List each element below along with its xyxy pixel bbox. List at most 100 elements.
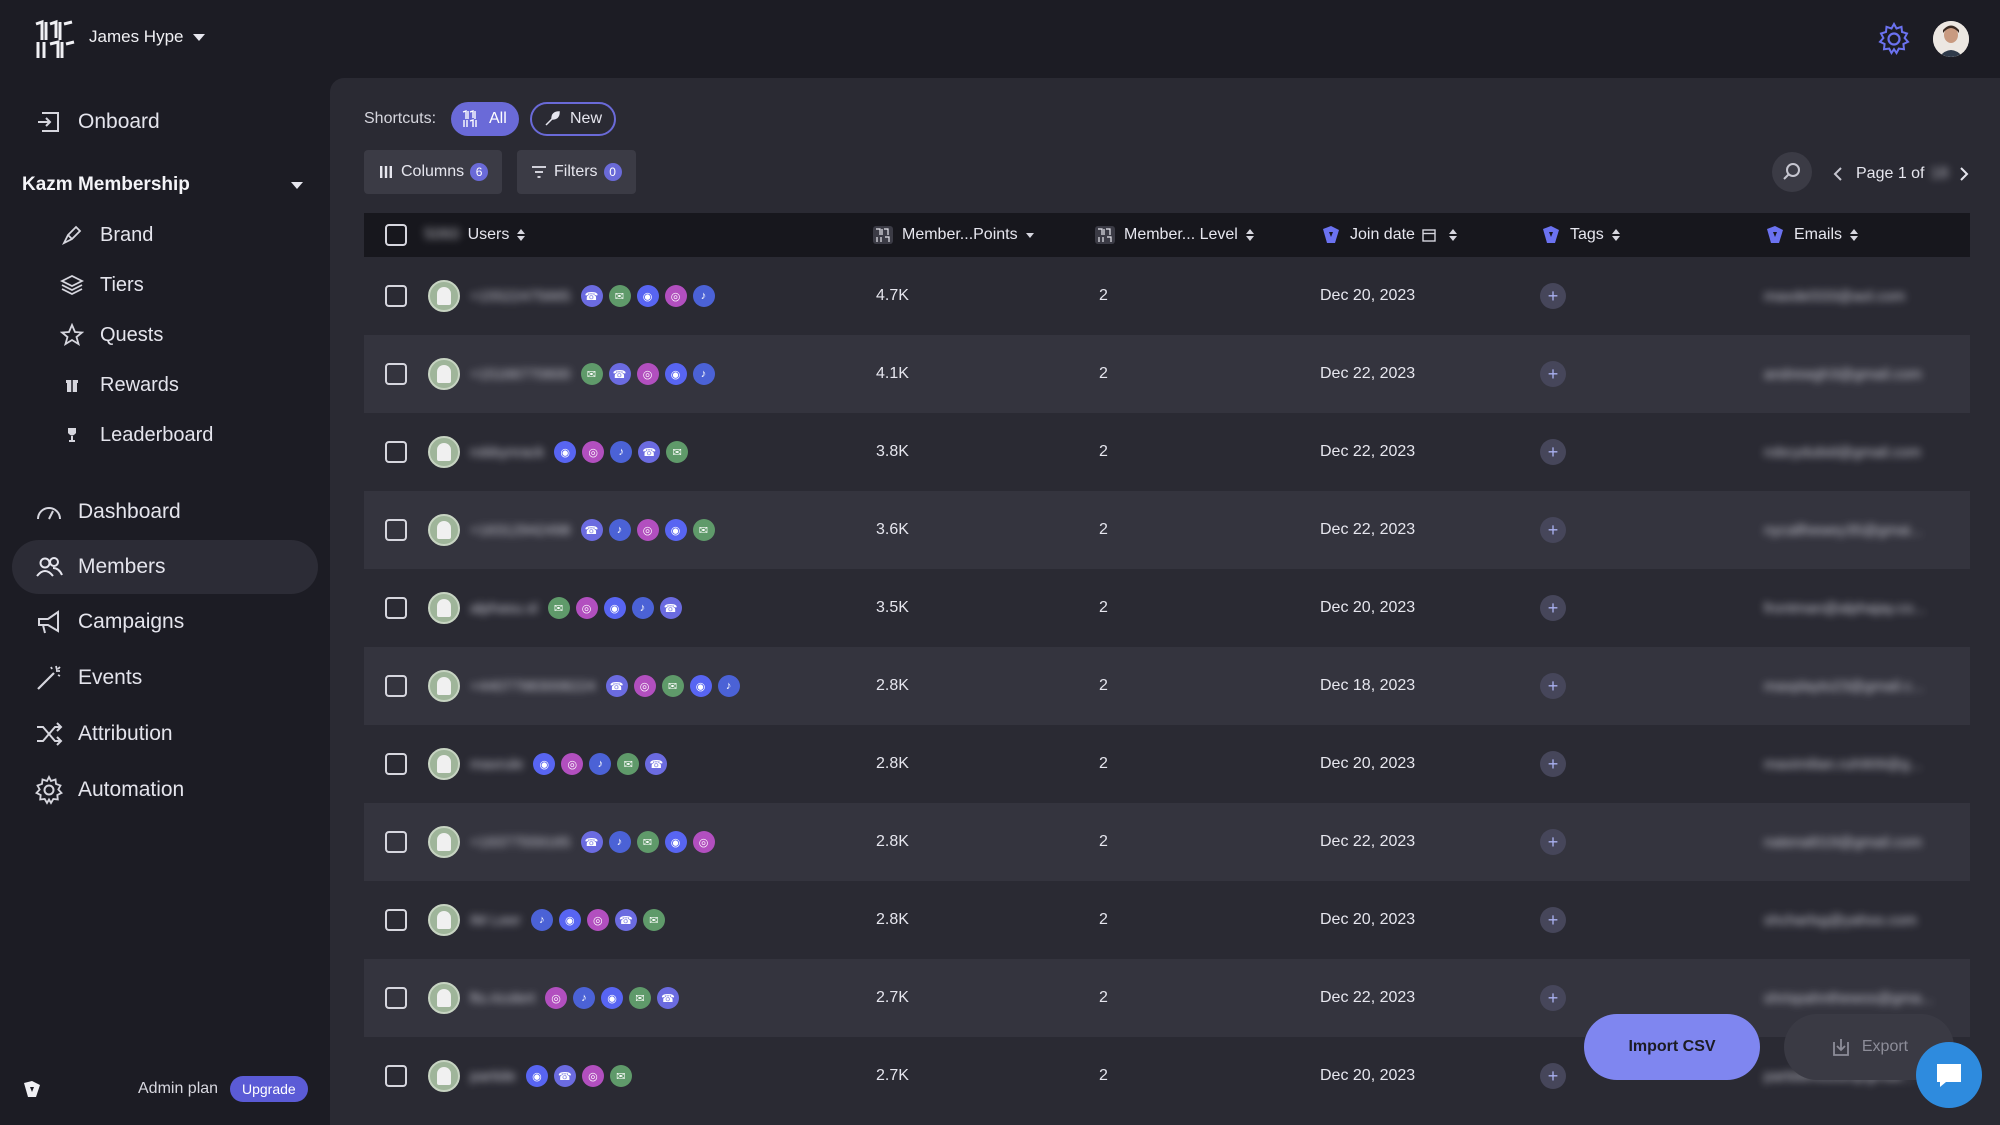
add-tag-button[interactable]: +	[1540, 673, 1566, 699]
brand-logo-icon[interactable]	[32, 18, 78, 60]
row-checkbox[interactable]	[385, 441, 407, 463]
table-row[interactable]: +16312942498 ☎ ♪ ◎ ◉ ✉ 3.6K 2 Dec 22, 2023 +…	[364, 491, 1970, 569]
instagram-icon: ◎	[692, 831, 715, 853]
email-cell: maxplayto23@gmail.c...	[1764, 677, 1925, 695]
user-cell[interactable]: +15166770600 ✉ ☎ ◎ ◉ ♪	[428, 335, 715, 413]
user-cell[interactable]: +44077983008224 ☎ ◎ ✉ ◉ ♪	[428, 647, 740, 725]
table-row[interactable]: +19377559165 ☎ ♪ ✉ ◉ ◎ 2.8K 2 Dec 22, 2023 +…	[364, 803, 1970, 881]
sidebar-item-attribution[interactable]: Attribution	[12, 707, 318, 761]
chevron-right-icon[interactable]	[1956, 166, 1972, 182]
row-checkbox[interactable]	[385, 831, 407, 853]
sidebar-item-brand[interactable]: Brand	[60, 215, 153, 255]
sidebar-item-automation[interactable]: Automation	[12, 763, 318, 817]
user-cell[interactable]: +19377559165 ☎ ♪ ✉ ◉ ◎	[428, 803, 715, 881]
kazm-logo-icon	[1543, 226, 1559, 243]
table-row[interactable]: +44077983008224 ☎ ◎ ✉ ◉ ♪ 2.8K 2 Dec 18, 202…	[364, 647, 1970, 725]
sidebar-item-onboard[interactable]: Onboard	[12, 95, 318, 149]
add-tag-button[interactable]: +	[1540, 361, 1566, 387]
sidebar-item-campaigns[interactable]: Campaigns	[12, 595, 318, 649]
user-cell[interactable]: partide ◉ ☎ ◎ ✉	[428, 1037, 632, 1115]
header-tags[interactable]: Tags	[1540, 213, 1620, 257]
user-cell[interactable]: +15522475665 ☎ ✉ ◉ ◎ ♪	[428, 257, 715, 335]
sidebar-item-tiers[interactable]: Tiers	[60, 265, 144, 305]
add-tag-button[interactable]: +	[1540, 985, 1566, 1011]
avatar	[428, 670, 460, 702]
settings-gear-icon[interactable]	[1877, 22, 1911, 56]
row-checkbox[interactable]	[385, 519, 407, 541]
filters-button[interactable]: Filters 0	[517, 150, 636, 194]
shortcut-all-chip[interactable]: All	[451, 102, 519, 136]
row-checkbox[interactable]	[385, 675, 407, 697]
avatar	[428, 904, 460, 936]
add-tag-button[interactable]: +	[1540, 829, 1566, 855]
workspace-caret-icon[interactable]	[193, 34, 205, 41]
user-cell[interactable]: fts.ricolert ◎ ♪ ◉ ✉ ☎	[428, 959, 680, 1037]
add-tag-button[interactable]: +	[1540, 751, 1566, 777]
sidebar-item-quests[interactable]: Quests	[60, 315, 163, 355]
columns-button[interactable]: Columns 6	[364, 150, 503, 194]
table-row[interactable]: +15522475665 ☎ ✉ ◉ ◎ ♪ 4.7K 2 Dec 20, 2023 +…	[364, 257, 1970, 335]
upgrade-button[interactable]: Upgrade	[230, 1076, 308, 1102]
user-cell[interactable]: alphasu.sl ✉ ◎ ◉ ♪ ☎	[428, 569, 682, 647]
search-button[interactable]	[1772, 152, 1812, 192]
ghost-avatar-icon	[437, 365, 451, 383]
row-checkbox[interactable]	[385, 753, 407, 775]
chevron-left-icon[interactable]	[1830, 166, 1846, 182]
section-caret-icon[interactable]	[291, 182, 303, 189]
header-users[interactable]: 5060 Users	[424, 213, 526, 257]
add-tag-button[interactable]: +	[1540, 1063, 1566, 1089]
row-checkbox[interactable]	[385, 987, 407, 1009]
sidebar-item-rewards[interactable]: Rewards	[60, 365, 179, 405]
sidebar-item-leaderboard[interactable]: Leaderboard	[60, 415, 213, 455]
user-name[interactable]: +15522475665	[470, 288, 571, 305]
user-count: 5060	[424, 226, 460, 243]
user-name[interactable]: +44077983008224	[470, 678, 596, 695]
row-checkbox[interactable]	[385, 285, 407, 307]
row-checkbox[interactable]	[385, 909, 407, 931]
user-name[interactable]: robbynrack	[470, 444, 544, 461]
user-name[interactable]: fts.ricolert	[470, 990, 535, 1007]
user-cell[interactable]: robbynrack ◉ ◎ ♪ ☎ ✉	[428, 413, 689, 491]
gauge-icon	[37, 507, 61, 520]
header-emails[interactable]: Emails	[1764, 213, 1859, 257]
email-icon: ✉	[547, 597, 570, 619]
table-row[interactable]: alphasu.sl ✉ ◎ ◉ ♪ ☎ 3.5K 2 Dec 20, 2023 + f…	[364, 569, 1970, 647]
user-name[interactable]: +15166770600	[470, 366, 571, 383]
add-tag-button[interactable]: +	[1540, 595, 1566, 621]
sidebar-item-members[interactable]: Members	[12, 540, 318, 594]
user-cell[interactable]: +16312942498 ☎ ♪ ◎ ◉ ✉	[428, 491, 715, 569]
user-name[interactable]: alphasu.sl	[470, 600, 538, 617]
add-tag-button[interactable]: +	[1540, 439, 1566, 465]
import-csv-button[interactable]: Import CSV	[1584, 1014, 1760, 1080]
add-tag-button[interactable]: +	[1540, 907, 1566, 933]
export-icon	[1832, 1039, 1849, 1056]
add-tag-button[interactable]: +	[1540, 517, 1566, 543]
user-name[interactable]: partide	[470, 1068, 516, 1085]
user-name[interactable]: +16312942498	[470, 522, 571, 539]
table-row[interactable]: robbynrack ◉ ◎ ♪ ☎ ✉ 3.8K 2 Dec 22, 2023 + r…	[364, 413, 1970, 491]
sidebar-item-events[interactable]: Events	[12, 651, 318, 705]
table-body: +15522475665 ☎ ✉ ◉ ◎ ♪ 4.7K 2 Dec 20, 2023 +…	[364, 257, 1970, 1115]
table-row[interactable]: IM Leer ♪ ◉ ◎ ☎ ✉ 2.8K 2 Dec 20, 2023 + shch…	[364, 881, 1970, 959]
membership-section-title[interactable]: Kazm Membership	[22, 174, 190, 196]
user-cell[interactable]: maxrule ◉ ◎ ♪ ✉ ☎	[428, 725, 668, 803]
user-avatar[interactable]	[1933, 21, 1969, 57]
row-checkbox[interactable]	[385, 363, 407, 385]
select-all-checkbox[interactable]	[385, 224, 407, 246]
chat-widget-button[interactable]	[1916, 1042, 1982, 1108]
row-checkbox[interactable]	[385, 597, 407, 619]
add-tag-button[interactable]: +	[1540, 283, 1566, 309]
header-points[interactable]: Member...Points	[872, 213, 1034, 257]
header-join-date[interactable]: Join date	[1320, 213, 1457, 257]
sidebar-item-dashboard[interactable]: Dashboard	[12, 485, 318, 539]
workspace-name[interactable]: James Hype	[89, 27, 183, 47]
row-checkbox[interactable]	[385, 1065, 407, 1087]
user-cell[interactable]: IM Leer ♪ ◉ ◎ ☎ ✉	[428, 881, 665, 959]
header-level[interactable]: Member... Level	[1094, 213, 1254, 257]
user-name[interactable]: IM Leer	[470, 912, 521, 929]
user-name[interactable]: maxrule	[470, 756, 523, 773]
table-row[interactable]: +15166770600 ✉ ☎ ◎ ◉ ♪ 4.1K 2 Dec 22, 2023 +…	[364, 335, 1970, 413]
table-row[interactable]: maxrule ◉ ◎ ♪ ✉ ☎ 2.8K 2 Dec 20, 2023 + maxi…	[364, 725, 1970, 803]
user-name[interactable]: +19377559165	[470, 834, 571, 851]
shortcut-new-chip[interactable]: New	[530, 102, 617, 136]
